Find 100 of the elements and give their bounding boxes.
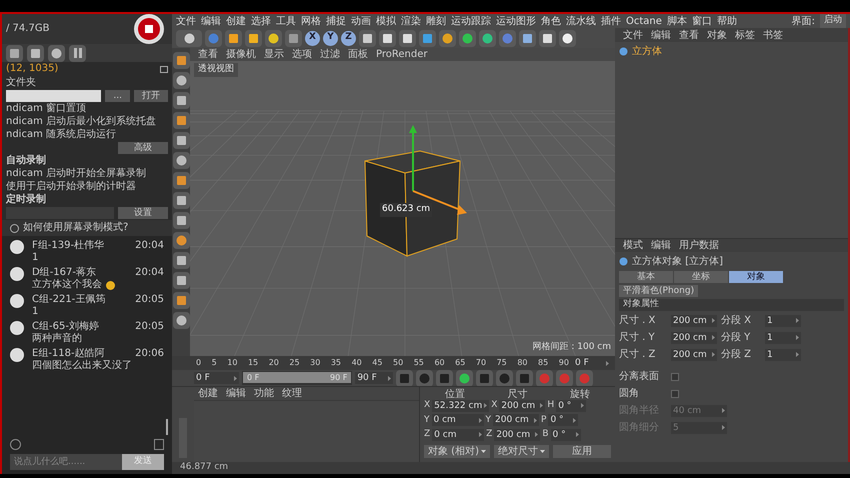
object-menu-item[interactable]: 对象 bbox=[707, 28, 727, 42]
stepper-icon[interactable] bbox=[796, 318, 799, 323]
playback-button[interactable] bbox=[476, 370, 493, 386]
object-item[interactable]: 立方体 bbox=[632, 44, 662, 59]
current-frame-field[interactable]: 0 F bbox=[573, 357, 611, 369]
playback-button[interactable] bbox=[456, 370, 473, 386]
size-field[interactable]: 200 cm bbox=[671, 332, 717, 344]
menu-item[interactable]: 选择 bbox=[251, 14, 271, 28]
segments-field[interactable]: 1 bbox=[765, 332, 801, 344]
size-field[interactable]: 200 cm bbox=[494, 428, 540, 441]
side-tool-button[interactable] bbox=[172, 172, 190, 189]
side-tool-button[interactable] bbox=[172, 272, 190, 289]
menu-item[interactable]: 工具 bbox=[276, 14, 296, 28]
rotation-field[interactable]: 0 ° bbox=[548, 414, 578, 426]
side-tool-button[interactable] bbox=[172, 72, 190, 89]
timeline-ruler[interactable]: 0 5 10 15 20 25 30 35 40 45 50 55 60 65 70 75 80 85 90 bbox=[196, 357, 569, 369]
tool-button[interactable] bbox=[519, 30, 536, 46]
viewport-menu-item[interactable]: ProRender bbox=[376, 47, 428, 62]
stepper-icon[interactable] bbox=[581, 403, 584, 408]
playback-button[interactable] bbox=[416, 370, 433, 386]
position-field[interactable]: 0 cm bbox=[432, 414, 484, 426]
camera-button[interactable] bbox=[48, 44, 65, 62]
tool-button[interactable] bbox=[479, 30, 496, 46]
tool-button[interactable] bbox=[285, 30, 302, 46]
image-icon[interactable] bbox=[154, 439, 164, 450]
menu-item[interactable]: 帮助 bbox=[716, 14, 737, 28]
checkbox[interactable] bbox=[671, 372, 679, 380]
side-tool-button[interactable] bbox=[172, 92, 190, 109]
tool-button[interactable] bbox=[439, 30, 456, 46]
stepper-icon[interactable] bbox=[712, 352, 715, 357]
tool-button[interactable] bbox=[399, 30, 416, 46]
object-menu-item[interactable]: 编辑 bbox=[651, 28, 671, 42]
side-tool-button[interactable] bbox=[172, 152, 190, 169]
keyframe-button[interactable] bbox=[576, 370, 593, 386]
tool-button[interactable] bbox=[379, 30, 396, 46]
stepper-icon[interactable] bbox=[234, 376, 237, 380]
viewport-menu-item[interactable]: 面板 bbox=[348, 47, 368, 62]
menu-item[interactable]: 捕捉 bbox=[326, 14, 346, 28]
axis-toggle-button[interactable]: Y bbox=[323, 30, 338, 46]
undo-button[interactable] bbox=[176, 30, 202, 46]
tool-button[interactable] bbox=[419, 30, 436, 46]
viewport-menu-item[interactable]: 查看 bbox=[198, 47, 218, 62]
menu-item[interactable]: 编辑 bbox=[201, 14, 221, 28]
menu-item[interactable]: 创建 bbox=[226, 14, 246, 28]
material-menu-item[interactable]: 编辑 bbox=[226, 386, 246, 401]
attribute-tab[interactable]: 坐标 bbox=[674, 271, 729, 283]
menu-item[interactable]: 文件 bbox=[176, 14, 196, 28]
folder-path-field[interactable] bbox=[6, 90, 102, 102]
menu-item[interactable]: 窗口 bbox=[692, 14, 712, 28]
material-menu-item[interactable]: 功能 bbox=[254, 386, 274, 401]
tool-button[interactable] bbox=[459, 30, 476, 46]
attribute-menu-item[interactable]: 编辑 bbox=[651, 238, 671, 253]
side-tool-button[interactable] bbox=[172, 112, 190, 129]
size-mode-dropdown[interactable]: 绝对尺寸 bbox=[494, 444, 549, 458]
pause-button[interactable] bbox=[69, 44, 86, 62]
menu-item[interactable]: 流水线 bbox=[566, 14, 596, 28]
size-field[interactable]: 200 cm bbox=[671, 314, 717, 326]
attribute-menu-item[interactable]: 用户数据 bbox=[679, 238, 719, 253]
size-field[interactable]: 200 cm bbox=[671, 348, 717, 360]
stepper-icon[interactable] bbox=[388, 376, 391, 380]
emoji-icon[interactable] bbox=[10, 439, 21, 450]
phong-tab[interactable]: 平滑着色(Phong) bbox=[619, 285, 698, 297]
position-field[interactable]: 52.322 cm bbox=[432, 400, 490, 412]
segments-field[interactable]: 1 bbox=[765, 314, 801, 326]
menu-item[interactable]: 运动图形 bbox=[496, 14, 536, 28]
menu-item[interactable]: Octane bbox=[626, 14, 662, 28]
material-menu-item[interactable]: 纹理 bbox=[282, 386, 302, 401]
side-tool-button[interactable] bbox=[172, 232, 190, 249]
viewport-menu-item[interactable]: 摄像机 bbox=[226, 47, 256, 62]
playback-button[interactable] bbox=[516, 370, 533, 386]
menu-item[interactable]: 渲染 bbox=[401, 14, 421, 28]
tool-button[interactable] bbox=[359, 30, 376, 46]
menu-item[interactable]: 插件 bbox=[601, 14, 621, 28]
home-button[interactable] bbox=[6, 44, 23, 62]
side-tool-button[interactable] bbox=[172, 132, 190, 149]
viewport[interactable]: 透视视图 60.623 cm 网格间距 : 100 cm bbox=[190, 61, 615, 356]
chat-input[interactable]: 说点儿什么吧...... bbox=[10, 454, 122, 470]
menu-item[interactable]: 模拟 bbox=[376, 14, 396, 28]
material-menu-item[interactable]: 创建 bbox=[198, 386, 218, 401]
advanced-button[interactable]: 高级 bbox=[118, 142, 168, 154]
size-field[interactable]: 200 cm bbox=[499, 400, 546, 412]
stepper-icon[interactable] bbox=[573, 418, 576, 423]
menu-item[interactable]: 雕刻 bbox=[426, 14, 446, 28]
side-tool-button[interactable] bbox=[172, 292, 190, 309]
tool-button[interactable] bbox=[265, 30, 282, 46]
menu-item[interactable]: 角色 bbox=[541, 14, 561, 28]
menu-item[interactable]: 动画 bbox=[351, 14, 371, 28]
keyframe-button[interactable] bbox=[556, 370, 573, 386]
window-controls[interactable] bbox=[160, 66, 168, 72]
rotation-field[interactable]: 0 ° bbox=[556, 400, 586, 412]
tool-button[interactable] bbox=[559, 30, 576, 46]
rotation-field[interactable]: 0 ° bbox=[550, 428, 581, 441]
segments-field[interactable]: 1 bbox=[765, 348, 801, 360]
stepper-icon[interactable] bbox=[535, 432, 538, 438]
attribute-tab[interactable]: 基本 bbox=[619, 271, 674, 283]
stepper-icon[interactable] bbox=[540, 403, 544, 408]
attribute-menu-item[interactable]: 模式 bbox=[623, 238, 643, 253]
stepper-icon[interactable] bbox=[484, 403, 488, 408]
tool-button[interactable] bbox=[245, 30, 262, 46]
side-tool-button[interactable] bbox=[172, 312, 190, 329]
